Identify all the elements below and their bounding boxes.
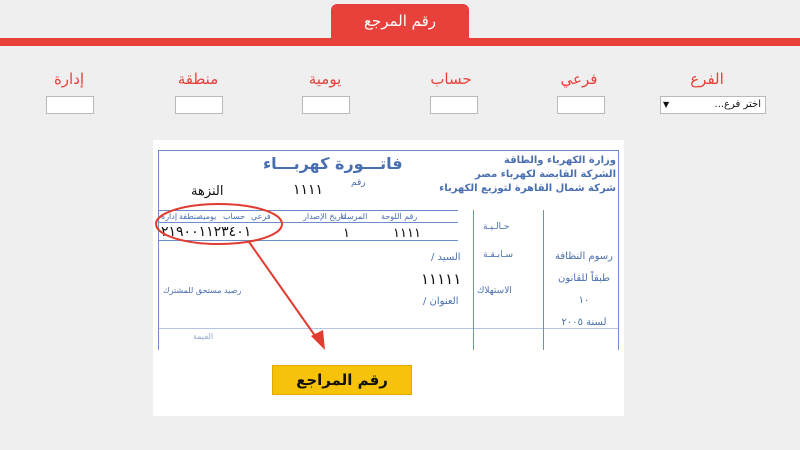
branch-select-value: اختر فرع... [714, 99, 761, 110]
sub-label: فرعي [560, 70, 598, 88]
branch-select[interactable]: اختر فرع... ▼ [660, 96, 766, 114]
account-input[interactable] [430, 96, 478, 114]
header-bar [0, 38, 800, 46]
daily-label: يومية [308, 70, 342, 88]
account-label: حساب [430, 70, 472, 88]
region-label: منطقة [177, 70, 219, 88]
daily-input[interactable] [302, 96, 350, 114]
reference-number-callout: رقم المراجع [272, 365, 412, 395]
chevron-down-icon: ▼ [663, 100, 670, 109]
page-title-tab: رقم المرجع [331, 4, 469, 38]
admin-input[interactable] [46, 96, 94, 114]
branch-label: الفرع [690, 70, 724, 88]
admin-label: إدارة [53, 70, 85, 88]
region-input[interactable] [175, 96, 223, 114]
sub-input[interactable] [557, 96, 605, 114]
